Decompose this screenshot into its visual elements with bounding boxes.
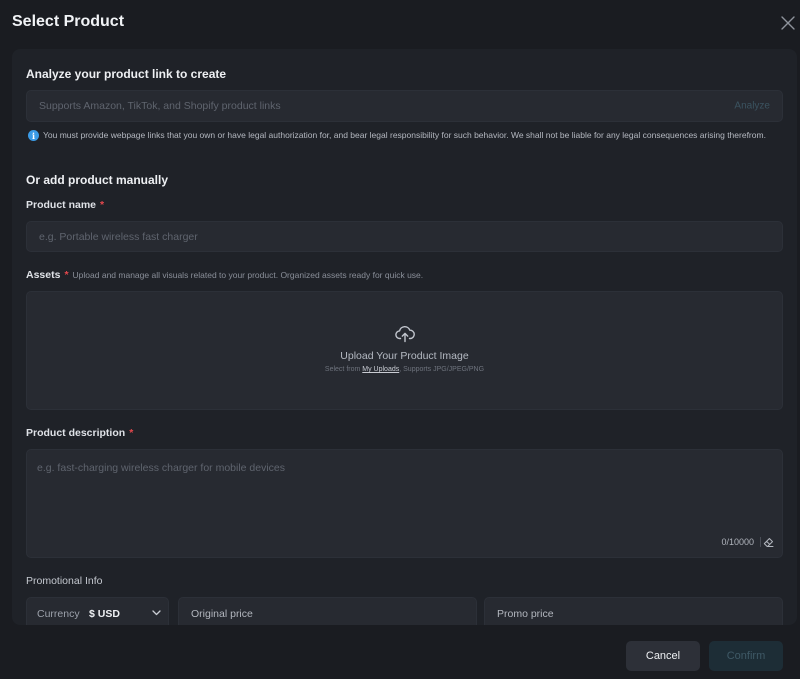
product-form-panel: Analyze your product link to create Supp… (12, 49, 797, 625)
confirm-button[interactable]: Confirm (709, 641, 783, 671)
analyze-section-title: Analyze your product link to create (26, 67, 227, 81)
cloud-upload-icon (394, 325, 415, 343)
eraser-icon[interactable] (763, 537, 774, 548)
upload-title: Upload Your Product Image (340, 350, 469, 362)
product-description-label: Product description * (26, 427, 134, 439)
info-icon: i (28, 130, 39, 141)
close-icon (781, 16, 795, 30)
required-mark: * (129, 427, 134, 439)
product-link-input[interactable]: Supports Amazon, TikTok, and Shopify pro… (26, 90, 783, 122)
product-link-placeholder: Supports Amazon, TikTok, and Shopify pro… (39, 100, 281, 112)
dialog-footer: Cancel Confirm (0, 625, 800, 679)
currency-select[interactable]: Currency $ USD (26, 597, 169, 625)
assets-hint: Upload and manage all visuals related to… (72, 270, 424, 280)
count-divider (760, 537, 761, 547)
upload-subtitle: Select from My Uploads, Supports JPG/JPE… (324, 366, 485, 373)
currency-value: $ USD (89, 608, 120, 620)
promotional-info-label: Promotional Info (26, 575, 103, 587)
assets-label: Assets * Upload and manage all visuals rel… (26, 269, 424, 281)
currency-label: Currency (37, 608, 80, 620)
promo-price-input[interactable]: Promo price (484, 597, 783, 625)
required-mark: * (100, 199, 105, 211)
product-description-textarea[interactable]: e.g. fast-charging wireless charger for … (26, 449, 783, 558)
legal-notice-text: You must provide webpage links that you … (43, 130, 766, 140)
cancel-button[interactable]: Cancel (626, 641, 700, 671)
product-name-label: Product name * (26, 199, 105, 211)
promo-price-placeholder: Promo price (497, 608, 554, 620)
asset-upload-dropzone[interactable]: Upload Your Product Image Select from My… (26, 291, 783, 410)
original-price-input[interactable]: Original price (178, 597, 477, 625)
product-description-placeholder: e.g. fast-charging wireless charger for … (37, 462, 286, 474)
analyze-button[interactable]: Analyze (734, 101, 770, 112)
dialog-title: Select Product (12, 13, 125, 30)
character-count: 0/10000 (721, 537, 754, 547)
dialog-header: Select Product (0, 0, 800, 48)
my-uploads-link[interactable]: My Uploads (362, 366, 399, 373)
manual-section-title: Or add product manually (26, 173, 169, 187)
product-name-input[interactable]: e.g. Portable wireless fast charger (26, 221, 783, 252)
chevron-down-icon (152, 610, 161, 616)
original-price-placeholder: Original price (191, 608, 253, 620)
legal-notice: i You must provide webpage links that yo… (28, 129, 786, 142)
product-name-placeholder: e.g. Portable wireless fast charger (39, 230, 198, 243)
close-button[interactable] (778, 13, 798, 33)
required-mark: * (64, 269, 69, 281)
